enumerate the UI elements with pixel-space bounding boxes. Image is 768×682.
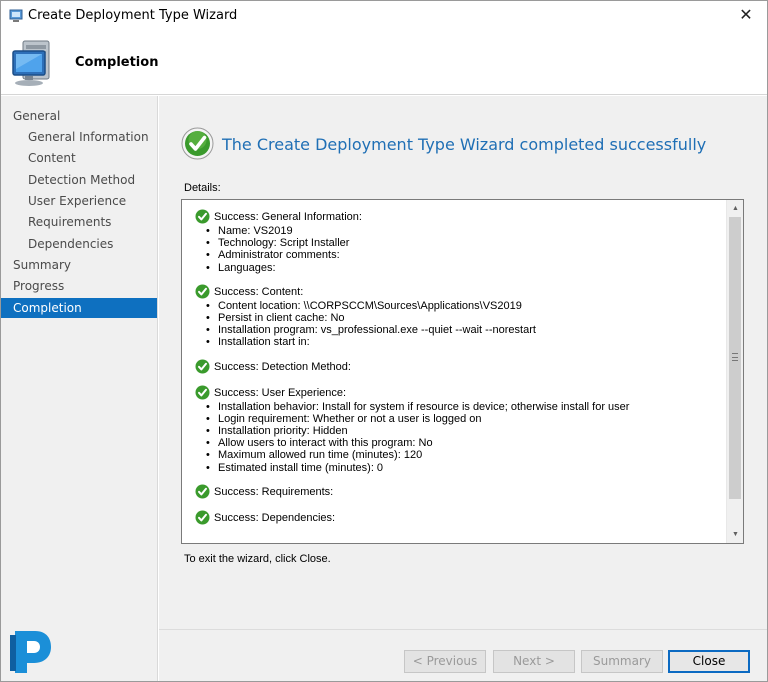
list-item: Login requirement: Whether or not a user…: [206, 413, 726, 425]
section-header: Success: Requirements:: [195, 484, 726, 500]
details-box[interactable]: Success: General Information: Name: VS20…: [181, 199, 744, 544]
main-panel: The Create Deployment Type Wizard comple…: [159, 96, 767, 629]
section-header: Success: User Experience:: [195, 385, 726, 401]
section-title: Success: Content:: [214, 285, 304, 298]
exit-instructions: To exit the wizard, click Close.: [184, 553, 331, 565]
section-header: Success: Detection Method:: [195, 359, 726, 375]
details-section: Success: Dependencies:: [195, 510, 726, 526]
nav-item-summary[interactable]: Summary: [1, 255, 157, 275]
close-button[interactable]: Close: [668, 650, 750, 673]
details-section: Success: General Information: Name: VS20…: [195, 209, 726, 274]
success-small-check-icon: [195, 385, 210, 400]
success-small-check-icon: [195, 359, 210, 374]
wizard-app-icon: [9, 9, 23, 22]
list-item: Maximum allowed run time (minutes): 120: [206, 449, 726, 461]
details-label: Details:: [184, 182, 221, 194]
page-title: Completion: [75, 55, 159, 70]
success-small-check-icon: [195, 484, 210, 499]
section-items: Name: VS2019 Technology: Script Installe…: [195, 225, 726, 274]
nav-item-progress[interactable]: Progress: [1, 276, 157, 296]
wizard-footer: < Previous Next > Summary Close: [159, 629, 767, 681]
nav-item-content[interactable]: Content: [1, 148, 157, 168]
nav-item-completion[interactable]: Completion: [1, 298, 157, 318]
section-title: Success: General Information:: [214, 211, 362, 223]
window-title: Create Deployment Type Wizard: [28, 8, 238, 23]
nav-item-dependencies[interactable]: Dependencies: [1, 234, 157, 254]
list-item: Allow users to interact with this progra…: [206, 437, 726, 449]
list-item: Installation behavior: Install for syste…: [206, 401, 726, 413]
wizard-nav: General General Information Content Dete…: [1, 96, 158, 681]
list-item: Languages:: [206, 262, 726, 274]
success-heading: The Create Deployment Type Wizard comple…: [222, 135, 707, 154]
section-items: Installation behavior: Install for syste…: [195, 401, 726, 474]
list-item: Administrator comments:: [206, 249, 726, 261]
section-title: Success: Requirements:: [214, 485, 334, 498]
grip-icon: [732, 353, 738, 361]
list-item: Installation program: vs_professional.ex…: [206, 324, 726, 336]
section-header: Success: Dependencies:: [195, 510, 726, 526]
success-check-icon: [181, 127, 214, 160]
list-item: Installation priority: Hidden: [206, 425, 726, 437]
nav-item-general-information[interactable]: General Information: [1, 127, 157, 147]
section-title: Success: User Experience:: [214, 386, 347, 399]
brand-logo-icon: [10, 631, 51, 673]
previous-button[interactable]: < Previous: [404, 650, 486, 673]
title-bar: Create Deployment Type Wizard ✕: [1, 1, 767, 31]
section-items: Content location: \\CORPSCCM\Sources\App…: [195, 300, 726, 349]
scroll-thumb[interactable]: [729, 217, 741, 499]
nav-item-general[interactable]: General: [1, 106, 157, 126]
section-title: Success: Dependencies:: [214, 511, 336, 524]
list-item: Estimated install time (minutes): 0: [206, 462, 726, 474]
success-small-check-icon: [195, 209, 210, 224]
success-small-check-icon: [195, 284, 210, 299]
list-item: Content location: \\CORPSCCM\Sources\App…: [206, 300, 726, 312]
nav-item-detection-method[interactable]: Detection Method: [1, 170, 157, 190]
scroll-up-arrow-icon[interactable]: ▲: [727, 200, 743, 217]
next-button[interactable]: Next >: [493, 650, 575, 673]
details-section: Success: Requirements:: [195, 484, 726, 500]
list-item: Name: VS2019: [206, 225, 726, 237]
details-section: Success: Content: Content location: \\CO…: [195, 284, 726, 349]
list-item: Technology: Script Installer: [206, 237, 726, 249]
scroll-down-arrow-icon[interactable]: ▼: [727, 526, 743, 543]
close-window-button[interactable]: ✕: [731, 3, 761, 29]
section-header: Success: General Information:: [195, 209, 726, 225]
list-item: Installation start in:: [206, 336, 726, 348]
details-content: Success: General Information: Name: VS20…: [182, 200, 726, 543]
details-section: Success: Detection Method:: [195, 359, 726, 375]
nav-item-user-experience[interactable]: User Experience: [1, 191, 157, 211]
details-section: Success: User Experience: Installation b…: [195, 385, 726, 474]
section-title: Success: Detection Method:: [214, 360, 351, 373]
list-item: Persist in client cache: No: [206, 312, 726, 324]
wizard-window: Create Deployment Type Wizard ✕ Completi…: [0, 0, 768, 682]
summary-button[interactable]: Summary: [581, 650, 663, 673]
wizard-header: Completion: [1, 31, 767, 95]
details-scrollbar[interactable]: ▲ ▼: [726, 200, 743, 543]
nav-item-requirements[interactable]: Requirements: [1, 212, 157, 232]
success-small-check-icon: [195, 510, 210, 525]
computer-icon: [12, 40, 50, 86]
section-header: Success: Content:: [195, 284, 726, 300]
